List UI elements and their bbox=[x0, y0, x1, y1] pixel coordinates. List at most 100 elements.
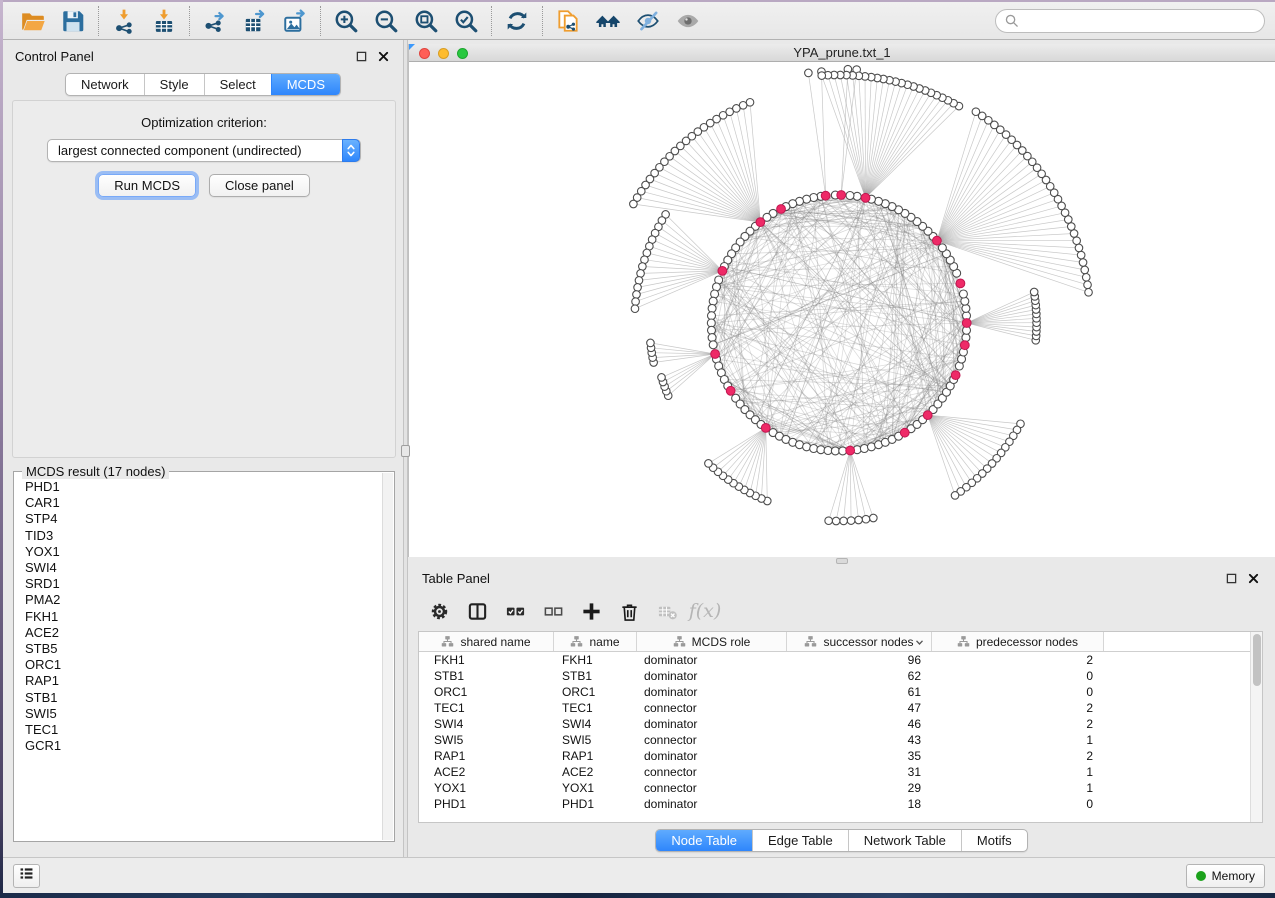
network-node[interactable] bbox=[705, 460, 713, 468]
network-node[interactable] bbox=[631, 305, 639, 313]
network-node[interactable] bbox=[630, 200, 638, 208]
network-node[interactable] bbox=[1081, 266, 1089, 274]
mcds-result-item[interactable]: FKH1 bbox=[25, 609, 381, 625]
network-node[interactable] bbox=[1077, 251, 1085, 259]
network-node[interactable] bbox=[846, 192, 854, 200]
network-node[interactable] bbox=[634, 284, 642, 292]
network-node[interactable] bbox=[1075, 244, 1083, 252]
network-mcds-node[interactable] bbox=[846, 446, 855, 455]
network-node[interactable] bbox=[1030, 288, 1038, 296]
network-node[interactable] bbox=[870, 514, 878, 522]
mcds-result-item[interactable]: STB1 bbox=[25, 690, 381, 706]
column-header-shared-name[interactable]: shared name bbox=[419, 632, 554, 651]
mcds-result-item[interactable]: STP4 bbox=[25, 511, 381, 527]
toolbar-show-all-button[interactable] bbox=[668, 4, 708, 38]
network-mcds-node[interactable] bbox=[821, 191, 830, 200]
mcds-result-item[interactable]: PHD1 bbox=[25, 479, 381, 495]
network-graph[interactable] bbox=[409, 62, 1275, 557]
mcds-result-item[interactable]: GCR1 bbox=[25, 738, 381, 754]
column-header-successor-nodes[interactable]: successor nodes bbox=[787, 632, 932, 651]
network-mcds-node[interactable] bbox=[900, 428, 909, 437]
mcds-result-item[interactable]: ACE2 bbox=[25, 625, 381, 641]
search-input[interactable] bbox=[995, 9, 1265, 33]
mcds-result-item[interactable]: SWI5 bbox=[25, 706, 381, 722]
tab-network[interactable]: Network bbox=[66, 74, 144, 95]
network-leaf-nodes[interactable] bbox=[630, 65, 1093, 524]
mcds-result-item[interactable]: RAP1 bbox=[25, 673, 381, 689]
network-canvas[interactable] bbox=[409, 62, 1275, 557]
network-node[interactable] bbox=[637, 270, 645, 278]
table-row[interactable]: SWI4SWI4dominator462 bbox=[419, 716, 1262, 732]
network-mcds-node[interactable] bbox=[960, 341, 969, 350]
table-toolbar-add-row-button[interactable] bbox=[574, 596, 608, 626]
column-header-predecessor-nodes[interactable]: predecessor nodes bbox=[932, 632, 1104, 651]
network-node[interactable] bbox=[862, 515, 870, 523]
mcds-result-item[interactable]: STB5 bbox=[25, 641, 381, 657]
network-mcds-node[interactable] bbox=[761, 424, 770, 433]
run-mcds-button[interactable]: Run MCDS bbox=[98, 174, 196, 197]
network-mcds-node[interactable] bbox=[932, 236, 941, 245]
network-mcds-node[interactable] bbox=[861, 193, 870, 202]
table-toolbar-select-all-button[interactable] bbox=[498, 596, 532, 626]
column-header-name[interactable]: name bbox=[554, 632, 637, 651]
toolbar-import-table-button[interactable] bbox=[144, 4, 184, 38]
table-scrollbar[interactable] bbox=[1250, 632, 1262, 822]
toolbar-refresh-layout-button[interactable] bbox=[497, 4, 537, 38]
toolbar-first-neighbors-button[interactable] bbox=[588, 4, 628, 38]
table-row[interactable]: ORC1ORC1dominator610 bbox=[419, 684, 1262, 700]
splitter-grip[interactable] bbox=[836, 558, 848, 564]
tab-edge-table[interactable]: Edge Table bbox=[752, 830, 848, 851]
table-toolbar-settings-gear-button[interactable] bbox=[422, 596, 456, 626]
mcds-result-item[interactable]: SWI4 bbox=[25, 560, 381, 576]
network-node[interactable] bbox=[805, 69, 813, 77]
network-node[interactable] bbox=[847, 517, 855, 525]
toolbar-export-image-button[interactable] bbox=[275, 4, 315, 38]
network-node[interactable] bbox=[1082, 274, 1090, 282]
network-node[interactable] bbox=[959, 290, 967, 298]
mcds-result-item[interactable]: TID3 bbox=[25, 528, 381, 544]
network-node[interactable] bbox=[961, 297, 969, 305]
network-mcds-node[interactable] bbox=[923, 411, 932, 420]
network-node[interactable] bbox=[1079, 259, 1087, 267]
table-toolbar-deselect-all-button[interactable] bbox=[536, 596, 570, 626]
network-mcds-node[interactable] bbox=[951, 371, 960, 380]
mcds-result-item[interactable]: SRD1 bbox=[25, 576, 381, 592]
network-node[interactable] bbox=[951, 492, 959, 500]
network-node[interactable] bbox=[855, 516, 863, 524]
column-header-mcds-role[interactable]: MCDS role bbox=[637, 632, 787, 651]
mcds-result-item[interactable]: ORC1 bbox=[25, 657, 381, 673]
toolbar-open-file-button[interactable] bbox=[13, 4, 53, 38]
network-node[interactable] bbox=[840, 517, 848, 525]
network-node[interactable] bbox=[658, 374, 666, 382]
network-node[interactable] bbox=[1084, 281, 1092, 289]
tab-node-table[interactable]: Node Table bbox=[656, 830, 752, 851]
vertical-splitter[interactable] bbox=[403, 40, 408, 857]
network-node[interactable] bbox=[709, 341, 717, 349]
table-row[interactable]: TEC1TEC1connector472 bbox=[419, 700, 1262, 716]
close-window-icon[interactable] bbox=[419, 48, 430, 59]
table-row[interactable]: ACE2ACE2connector311 bbox=[419, 764, 1262, 780]
toolbar-export-network-button[interactable] bbox=[195, 4, 235, 38]
table-row[interactable]: FKH1FKH1dominator962 bbox=[419, 652, 1262, 668]
network-node[interactable] bbox=[1067, 223, 1075, 231]
network-node[interactable] bbox=[635, 277, 643, 285]
network-mcds-node[interactable] bbox=[711, 350, 720, 359]
network-mcds-node[interactable] bbox=[962, 319, 971, 328]
table-toolbar-delete-row-button[interactable] bbox=[612, 596, 646, 626]
table-row[interactable]: STB1STB1dominator620 bbox=[419, 668, 1262, 684]
toolbar-import-network-button[interactable] bbox=[104, 4, 144, 38]
tab-style[interactable]: Style bbox=[144, 74, 204, 95]
network-mcds-node[interactable] bbox=[837, 191, 846, 200]
splitter-grip[interactable] bbox=[401, 445, 410, 457]
mcds-result-scrollbar[interactable] bbox=[382, 473, 393, 840]
network-node[interactable] bbox=[1073, 237, 1081, 245]
toolbar-hide-selected-button[interactable] bbox=[628, 4, 668, 38]
table-row[interactable]: YOX1YOX1connector291 bbox=[419, 780, 1262, 796]
float-panel-icon[interactable] bbox=[353, 48, 369, 64]
mcds-result-item[interactable]: PMA2 bbox=[25, 592, 381, 608]
network-mcds-node[interactable] bbox=[726, 386, 735, 395]
toolbar-zoom-fit-button[interactable] bbox=[406, 4, 446, 38]
network-node[interactable] bbox=[633, 291, 641, 299]
network-node[interactable] bbox=[647, 339, 655, 347]
network-node[interactable] bbox=[831, 447, 839, 455]
